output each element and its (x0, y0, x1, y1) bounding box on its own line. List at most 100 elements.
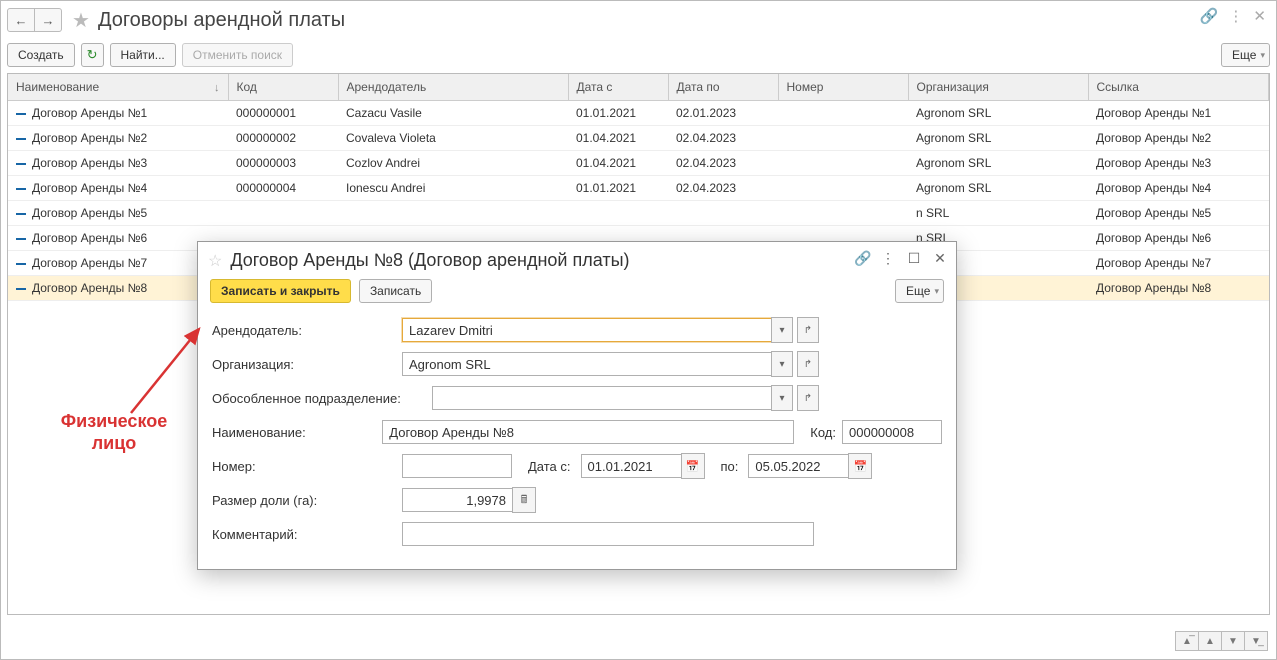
org-input[interactable] (402, 352, 772, 376)
page-prev-button[interactable]: ▲ (1198, 631, 1222, 651)
cell-number (778, 101, 908, 126)
cell-number (778, 151, 908, 176)
comment-input[interactable] (402, 522, 814, 546)
page-first-button[interactable]: ▲̅ (1175, 631, 1199, 651)
cell-code: 000000002 (228, 126, 338, 151)
dialog-more-button[interactable]: Еще▾ (895, 279, 944, 303)
share-input[interactable] (402, 488, 512, 512)
cell-date_from: 01.04.2021 (568, 126, 668, 151)
name-input[interactable] (382, 420, 794, 444)
create-button[interactable]: Создать (7, 43, 75, 67)
row-icon (16, 138, 26, 140)
org-dropdown-button[interactable]: ▾ (771, 351, 793, 377)
label-date-to: по: (721, 459, 739, 474)
dialog-close-icon[interactable]: ✕ (932, 250, 948, 267)
col-link[interactable]: Ссылка (1088, 74, 1269, 101)
cell-number (778, 176, 908, 201)
col-date-to[interactable]: Дата по (668, 74, 778, 101)
kebab-icon[interactable]: ⋮ (1228, 7, 1243, 25)
cell-code (228, 201, 338, 226)
cell-lessor: Cozlov Andrei (338, 151, 568, 176)
cell-number (778, 201, 908, 226)
code-input[interactable] (842, 420, 942, 444)
table-row[interactable]: Договор Аренды №4 000000004Ionescu Andrei… (8, 176, 1269, 201)
cell-number (778, 126, 908, 151)
row-icon (16, 288, 26, 290)
date-to-input[interactable] (748, 454, 848, 478)
col-org[interactable]: Организация (908, 74, 1088, 101)
table-row[interactable]: Договор Аренды №1000000001Cazacu Vasile0… (8, 101, 1269, 126)
col-number[interactable]: Номер (778, 74, 908, 101)
cell-date_from: 01.04.2021 (568, 151, 668, 176)
cell-name: Договор Аренды №5 (32, 206, 147, 220)
label-name: Наименование: (212, 425, 382, 440)
page-last-button[interactable]: ▼̲ (1244, 631, 1268, 651)
cell-link: Договор Аренды №8 (1088, 276, 1269, 301)
cell-date_from (568, 201, 668, 226)
cell-name: Договор Аренды №6 (32, 231, 147, 245)
number-input[interactable] (402, 454, 512, 478)
lessor-dropdown-button[interactable]: ▾ (771, 317, 793, 343)
page-next-button[interactable]: ▼ (1221, 631, 1245, 651)
save-button[interactable]: Записать (359, 279, 432, 303)
cell-code: 000000004 (228, 176, 338, 201)
dialog-star-icon[interactable]: ☆ (208, 251, 222, 271)
cell-code: 000000003 (228, 151, 338, 176)
dialog-kebab-icon[interactable]: ⋮ (880, 250, 896, 267)
cell-code: 000000001 (228, 101, 338, 126)
cell-org: Agronom SRL (908, 151, 1088, 176)
col-code[interactable]: Код (228, 74, 338, 101)
lessor-input[interactable] (402, 318, 772, 342)
table-row[interactable]: Договор Аренды №3000000003Cozlov Andrei0… (8, 151, 1269, 176)
cell-date_to: 02.04.2023 (668, 176, 778, 201)
cell-date_from: 01.01.2021 (568, 101, 668, 126)
lessor-open-button[interactable]: ↱ (797, 317, 819, 343)
label-date-from: Дата с: (528, 459, 571, 474)
org-open-button[interactable]: ↱ (797, 351, 819, 377)
more-button[interactable]: Еще▾ (1221, 43, 1270, 67)
cell-lessor: Cazacu Vasile (338, 101, 568, 126)
table-row[interactable]: Договор Аренды №2 000000002Covaleva Viole… (8, 126, 1269, 151)
row-icon (16, 163, 26, 165)
date-to-picker-button[interactable]: 📅 (848, 453, 872, 479)
cell-org: n SRL (908, 201, 1088, 226)
date-from-input[interactable] (581, 454, 681, 478)
unit-open-button[interactable]: ↱ (797, 385, 819, 411)
nav-back-button[interactable]: ← (7, 8, 35, 32)
cell-org: Agronom SRL (908, 126, 1088, 151)
dialog-maximize-icon[interactable]: ☐ (906, 250, 922, 267)
cell-link: Договор Аренды №6 (1088, 226, 1269, 251)
cell-link: Договор Аренды №4 (1088, 176, 1269, 201)
unit-dropdown-button[interactable]: ▾ (771, 385, 793, 411)
table-row[interactable]: Договор Аренды №5n SRLДоговор Аренды №5 (8, 201, 1269, 226)
cancel-find-button: Отменить поиск (182, 43, 293, 67)
link-icon[interactable]: 🔗 (1200, 7, 1219, 25)
label-number: Номер: (212, 459, 402, 474)
date-from-picker-button[interactable]: 📅 (681, 453, 705, 479)
col-name[interactable]: Наименование↓ (8, 74, 228, 101)
cell-lessor: Ionescu Andrei (338, 176, 568, 201)
row-icon (16, 263, 26, 265)
row-icon (16, 188, 26, 190)
col-date-from[interactable]: Дата с (568, 74, 668, 101)
share-calc-button[interactable]: 🖩 (512, 487, 536, 513)
close-icon[interactable]: ✕ (1253, 7, 1266, 25)
refresh-icon: ↻ (87, 47, 98, 63)
cell-link: Договор Аренды №2 (1088, 126, 1269, 151)
cell-org: Agronom SRL (908, 101, 1088, 126)
cell-date_to: 02.04.2023 (668, 151, 778, 176)
col-lessor[interactable]: Арендодатель (338, 74, 568, 101)
find-button[interactable]: Найти... (110, 43, 176, 67)
star-icon[interactable]: ★ (72, 8, 90, 33)
cell-lessor (338, 201, 568, 226)
cell-lessor: Covaleva Violeta (338, 126, 568, 151)
save-close-button[interactable]: Записать и закрыть (210, 279, 351, 303)
unit-input[interactable] (432, 386, 772, 410)
refresh-button[interactable]: ↻ (81, 43, 104, 67)
annotation-text: Физическое лицо (39, 411, 189, 454)
cell-name: Договор Аренды №8 (32, 281, 147, 295)
row-icon (16, 113, 26, 115)
nav-forward-button[interactable]: → (34, 8, 62, 32)
dialog-link-icon[interactable]: 🔗 (854, 250, 870, 267)
sort-asc-icon: ↓ (214, 82, 220, 94)
